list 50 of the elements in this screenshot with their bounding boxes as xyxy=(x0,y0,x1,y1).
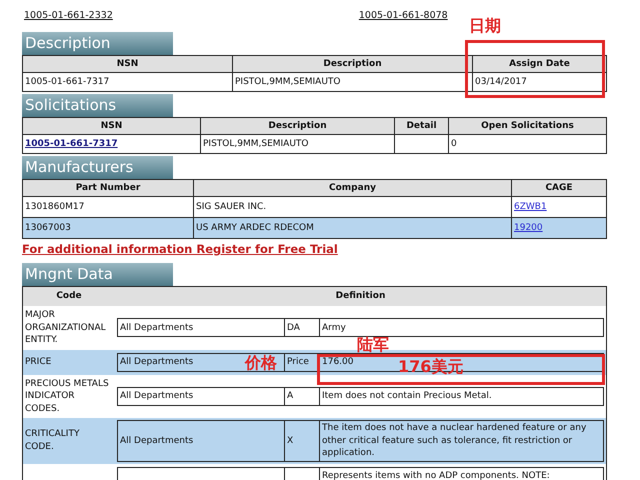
table-cell: Represents items with no ADP components. NOTE: xyxy=(322,470,550,480)
table-cell: All Departments xyxy=(118,319,285,336)
cage-link[interactable]: 6ZWB1 xyxy=(514,202,547,212)
table-cell: 0 xyxy=(448,134,606,154)
code-label: PRICE xyxy=(25,356,52,367)
section-header: Manufacturers xyxy=(22,156,173,179)
table-cell: Price xyxy=(285,354,320,370)
column-header: Detail xyxy=(394,118,448,134)
table-cell: All Departments xyxy=(118,421,285,460)
table-cell: 1005-01-661-7317 xyxy=(22,72,232,92)
annotation-label: 价格 xyxy=(245,355,277,371)
table-cell: Army xyxy=(322,322,346,334)
column-header: NSN xyxy=(22,118,200,134)
code-label: PRECIOUS METALS INDICATOR CODES. xyxy=(25,378,109,414)
column-header: Open Solicitations xyxy=(448,118,606,134)
table-cell: 13067003 xyxy=(22,218,194,238)
table-cell: 03/14/2017 xyxy=(472,72,606,92)
column-header: Definition xyxy=(334,290,386,303)
section-header: Description xyxy=(22,32,173,55)
table-cell-text: The item does not have a nuclear hardened feature or any other critical feature such as tolerance, fit restriction or application. xyxy=(322,422,588,460)
table-cell: A xyxy=(285,388,320,405)
nsn-link[interactable]: 1005-01-661-2332 xyxy=(24,10,113,20)
column-header: Part Number xyxy=(22,180,194,196)
column-header: Description xyxy=(232,56,472,72)
cage-link[interactable]: 19200 xyxy=(514,223,543,233)
column-header: NSN xyxy=(22,56,232,72)
table-cell: All Departments xyxy=(118,388,285,405)
table-cell: Item does not contain Precious Metal. xyxy=(322,390,492,402)
table-cell xyxy=(394,134,448,154)
annotation-label: 176美元 xyxy=(398,359,464,375)
column-header: Assign Date xyxy=(472,56,606,72)
section-header: Solicitations xyxy=(22,94,173,117)
column-header: Code xyxy=(55,290,83,303)
table-cell: US ARMY ARDEC RDECOM xyxy=(194,218,512,238)
table-cell: DA xyxy=(285,319,320,336)
annotation-label: 日期 xyxy=(469,18,501,34)
code-label: MAJOR ORGANIZATIONAL ENTITY. xyxy=(25,310,106,345)
nsn-link[interactable]: 1005-01-661-8078 xyxy=(358,10,448,20)
section-header: Mngnt Data xyxy=(22,263,173,286)
table-cell: 176.00 xyxy=(322,356,354,368)
code-label: CRITICALITY CODE. xyxy=(25,429,80,452)
table-cell: X xyxy=(285,421,320,460)
annotation-label: 陆军 xyxy=(357,337,389,353)
column-header: Company xyxy=(194,180,512,196)
register-link[interactable]: For additional information Register for Free Trial xyxy=(22,242,338,256)
nsn-link[interactable]: 1005-01-661-7317 xyxy=(25,139,118,149)
column-header: Description xyxy=(200,118,394,134)
table-cell: PISTOL,9MM,SEMIAUTO xyxy=(232,72,472,92)
column-header: CAGE xyxy=(512,180,606,196)
table-cell: PISTOL,9MM,SEMIAUTO xyxy=(200,134,394,154)
